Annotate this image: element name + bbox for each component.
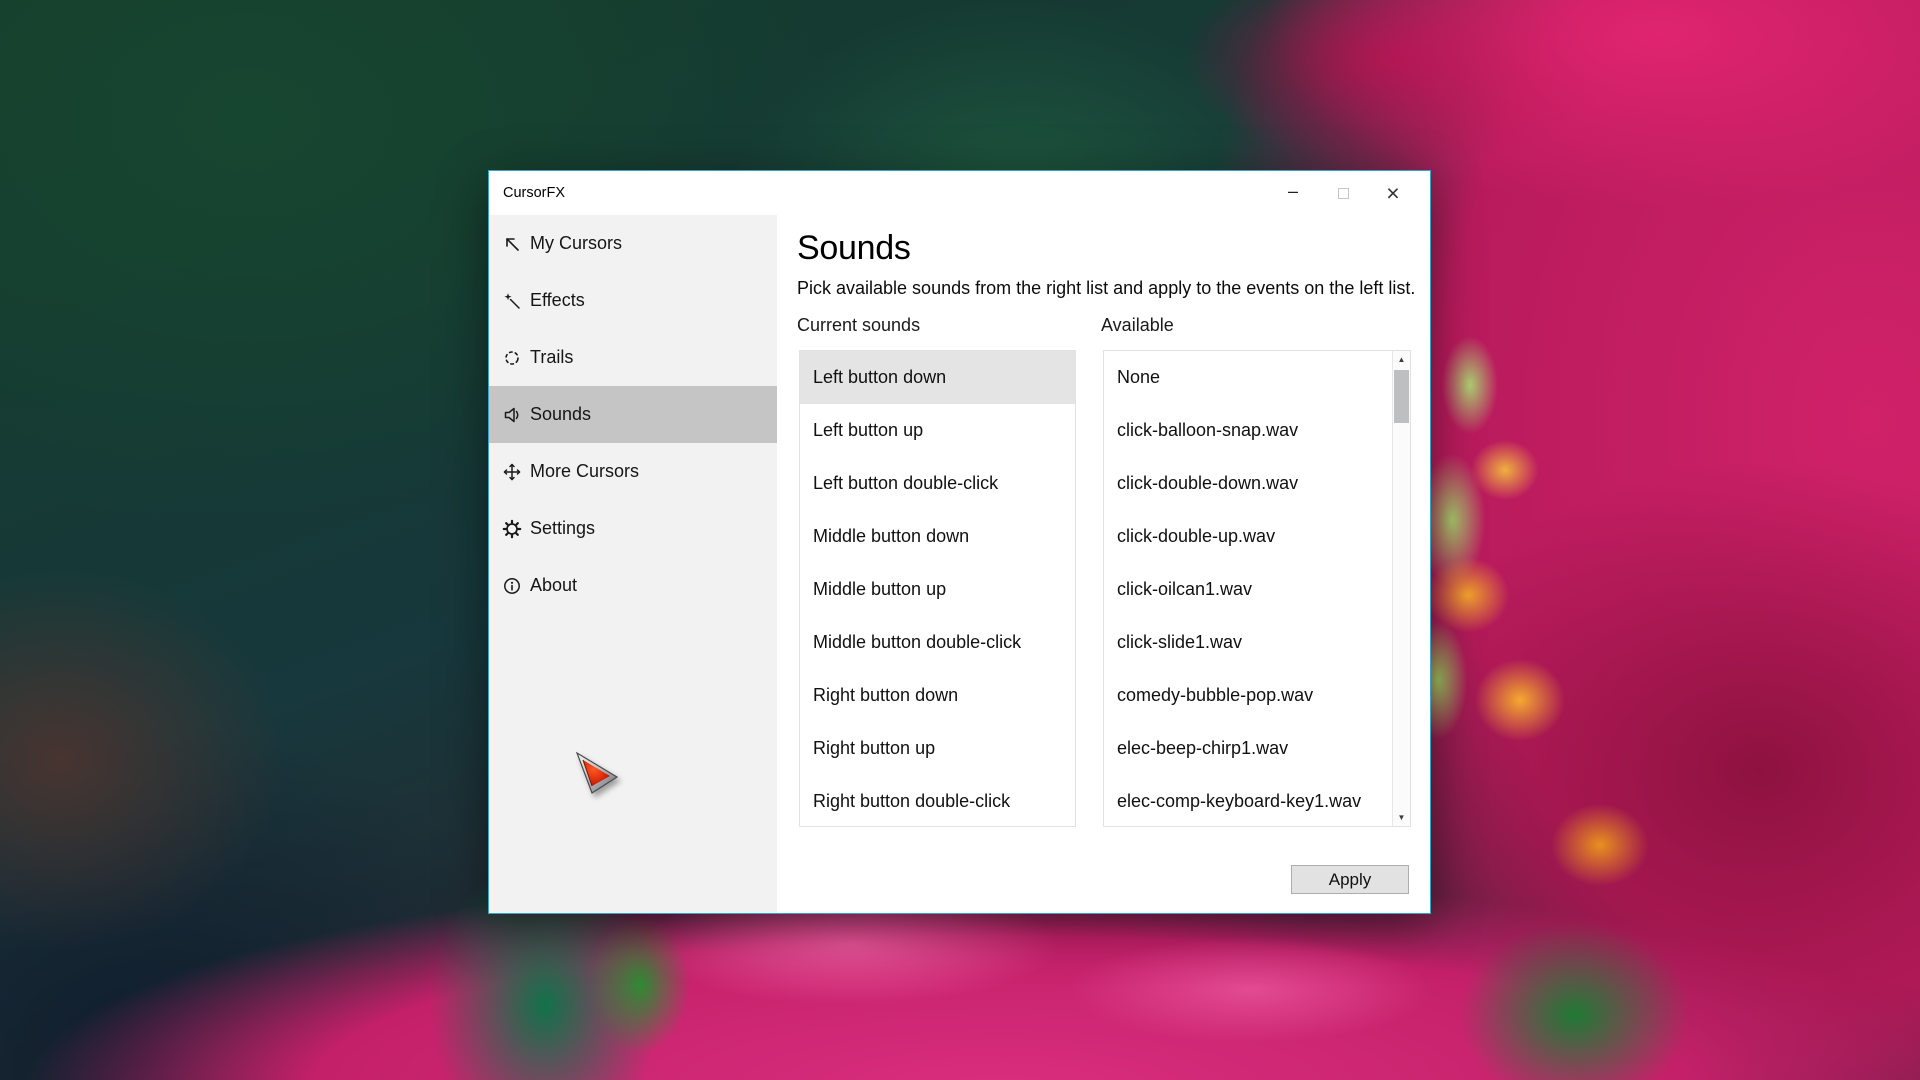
- sidebar-item-label: About: [530, 575, 577, 596]
- current-sounds-list: Left button downLeft button upLeft butto…: [799, 350, 1076, 827]
- sidebar-item-settings[interactable]: Settings: [489, 500, 777, 557]
- maximize-icon: [1338, 188, 1349, 199]
- close-button[interactable]: ×: [1368, 171, 1418, 215]
- sidebar-item-my-cursors[interactable]: My Cursors: [489, 215, 777, 272]
- sidebar-item-trails[interactable]: Trails: [489, 329, 777, 386]
- available-label: Available: [1101, 315, 1174, 336]
- scroll-up-icon: ▲: [1398, 355, 1406, 364]
- current-sounds-label: Current sounds: [797, 315, 920, 336]
- cursorfx-window: CursorFX – × My Cursors Effects Trails Soun…: [488, 170, 1431, 914]
- scrollbar-thumb[interactable]: [1394, 370, 1409, 423]
- available-sound-item[interactable]: click-balloon-snap.wav: [1104, 404, 1392, 457]
- sidebar-item-sounds[interactable]: Sounds: [489, 386, 777, 443]
- sidebar-item-label: More Cursors: [530, 461, 639, 482]
- scroll-down-button[interactable]: ▼: [1393, 809, 1410, 826]
- available-sound-item[interactable]: None: [1104, 351, 1392, 404]
- apply-button[interactable]: Apply: [1291, 865, 1409, 894]
- sidebar-item-label: Settings: [530, 518, 595, 539]
- sidebar-item-label: Trails: [530, 347, 573, 368]
- magic-wand-icon: [502, 291, 522, 311]
- cursor-arrow-icon: [502, 234, 522, 254]
- event-sound-item[interactable]: Middle button up: [800, 563, 1075, 616]
- available-sound-item[interactable]: click-slide1.wav: [1104, 616, 1392, 669]
- minimize-icon: –: [1288, 182, 1298, 200]
- event-sound-item[interactable]: Middle button double-click: [800, 616, 1075, 669]
- close-icon: ×: [1386, 182, 1399, 205]
- sidebar-items: My Cursors Effects Trails Sounds More Cursor…: [489, 215, 777, 614]
- available-sound-item[interactable]: elec-comp-keyboard-key1.wav: [1104, 775, 1392, 826]
- titlebar[interactable]: CursorFX – ×: [489, 171, 1430, 215]
- gear-icon: [502, 519, 522, 539]
- available-sound-item[interactable]: elec-beep-chirp1.wav: [1104, 722, 1392, 775]
- sidebar-item-effects[interactable]: Effects: [489, 272, 777, 329]
- sidebar-item-more-cursors[interactable]: More Cursors: [489, 443, 777, 500]
- desktop: CursorFX – × My Cursors Effects Trails Soun…: [0, 0, 1920, 1080]
- available-sound-item[interactable]: click-oilcan1.wav: [1104, 563, 1392, 616]
- sidebar: My Cursors Effects Trails Sounds More Cursor…: [489, 215, 777, 913]
- available-sound-item[interactable]: comedy-bubble-pop.wav: [1104, 669, 1392, 722]
- scrollbar[interactable]: ▲ ▼: [1392, 351, 1410, 826]
- minimize-button[interactable]: –: [1268, 171, 1318, 215]
- event-sound-item[interactable]: Right button up: [800, 722, 1075, 775]
- sidebar-item-about[interactable]: About: [489, 557, 777, 614]
- event-sound-item[interactable]: Middle button down: [800, 510, 1075, 563]
- event-sound-item[interactable]: Left button double-click: [800, 457, 1075, 510]
- window-controls: – ×: [1268, 171, 1418, 215]
- available-sound-item[interactable]: click-double-up.wav: [1104, 510, 1392, 563]
- red-cursor-pointer: [572, 750, 622, 798]
- sidebar-item-label: My Cursors: [530, 233, 622, 254]
- page-description: Pick available sounds from the right lis…: [797, 278, 1415, 299]
- maximize-button[interactable]: [1318, 171, 1368, 215]
- trail-icon: [502, 348, 522, 368]
- window-title: CursorFX: [503, 171, 565, 215]
- scroll-up-button[interactable]: ▲: [1393, 351, 1410, 368]
- event-sound-item[interactable]: Right button double-click: [800, 775, 1075, 828]
- available-sounds-list: Noneclick-balloon-snap.wavclick-double-d…: [1103, 350, 1411, 827]
- info-icon: [502, 576, 522, 596]
- event-sound-item[interactable]: Left button up: [800, 404, 1075, 457]
- sidebar-item-label: Sounds: [530, 404, 591, 425]
- sidebar-item-label: Effects: [530, 290, 585, 311]
- scroll-down-icon: ▼: [1398, 813, 1406, 822]
- speaker-icon: [502, 405, 522, 425]
- move-plus-icon: [502, 462, 522, 482]
- page-title: Sounds: [797, 229, 911, 268]
- event-sound-item[interactable]: Right button down: [800, 669, 1075, 722]
- available-sound-item[interactable]: click-double-down.wav: [1104, 457, 1392, 510]
- sounds-page: Sounds Pick available sounds from the ri…: [777, 215, 1430, 913]
- event-sound-item[interactable]: Left button down: [800, 351, 1075, 404]
